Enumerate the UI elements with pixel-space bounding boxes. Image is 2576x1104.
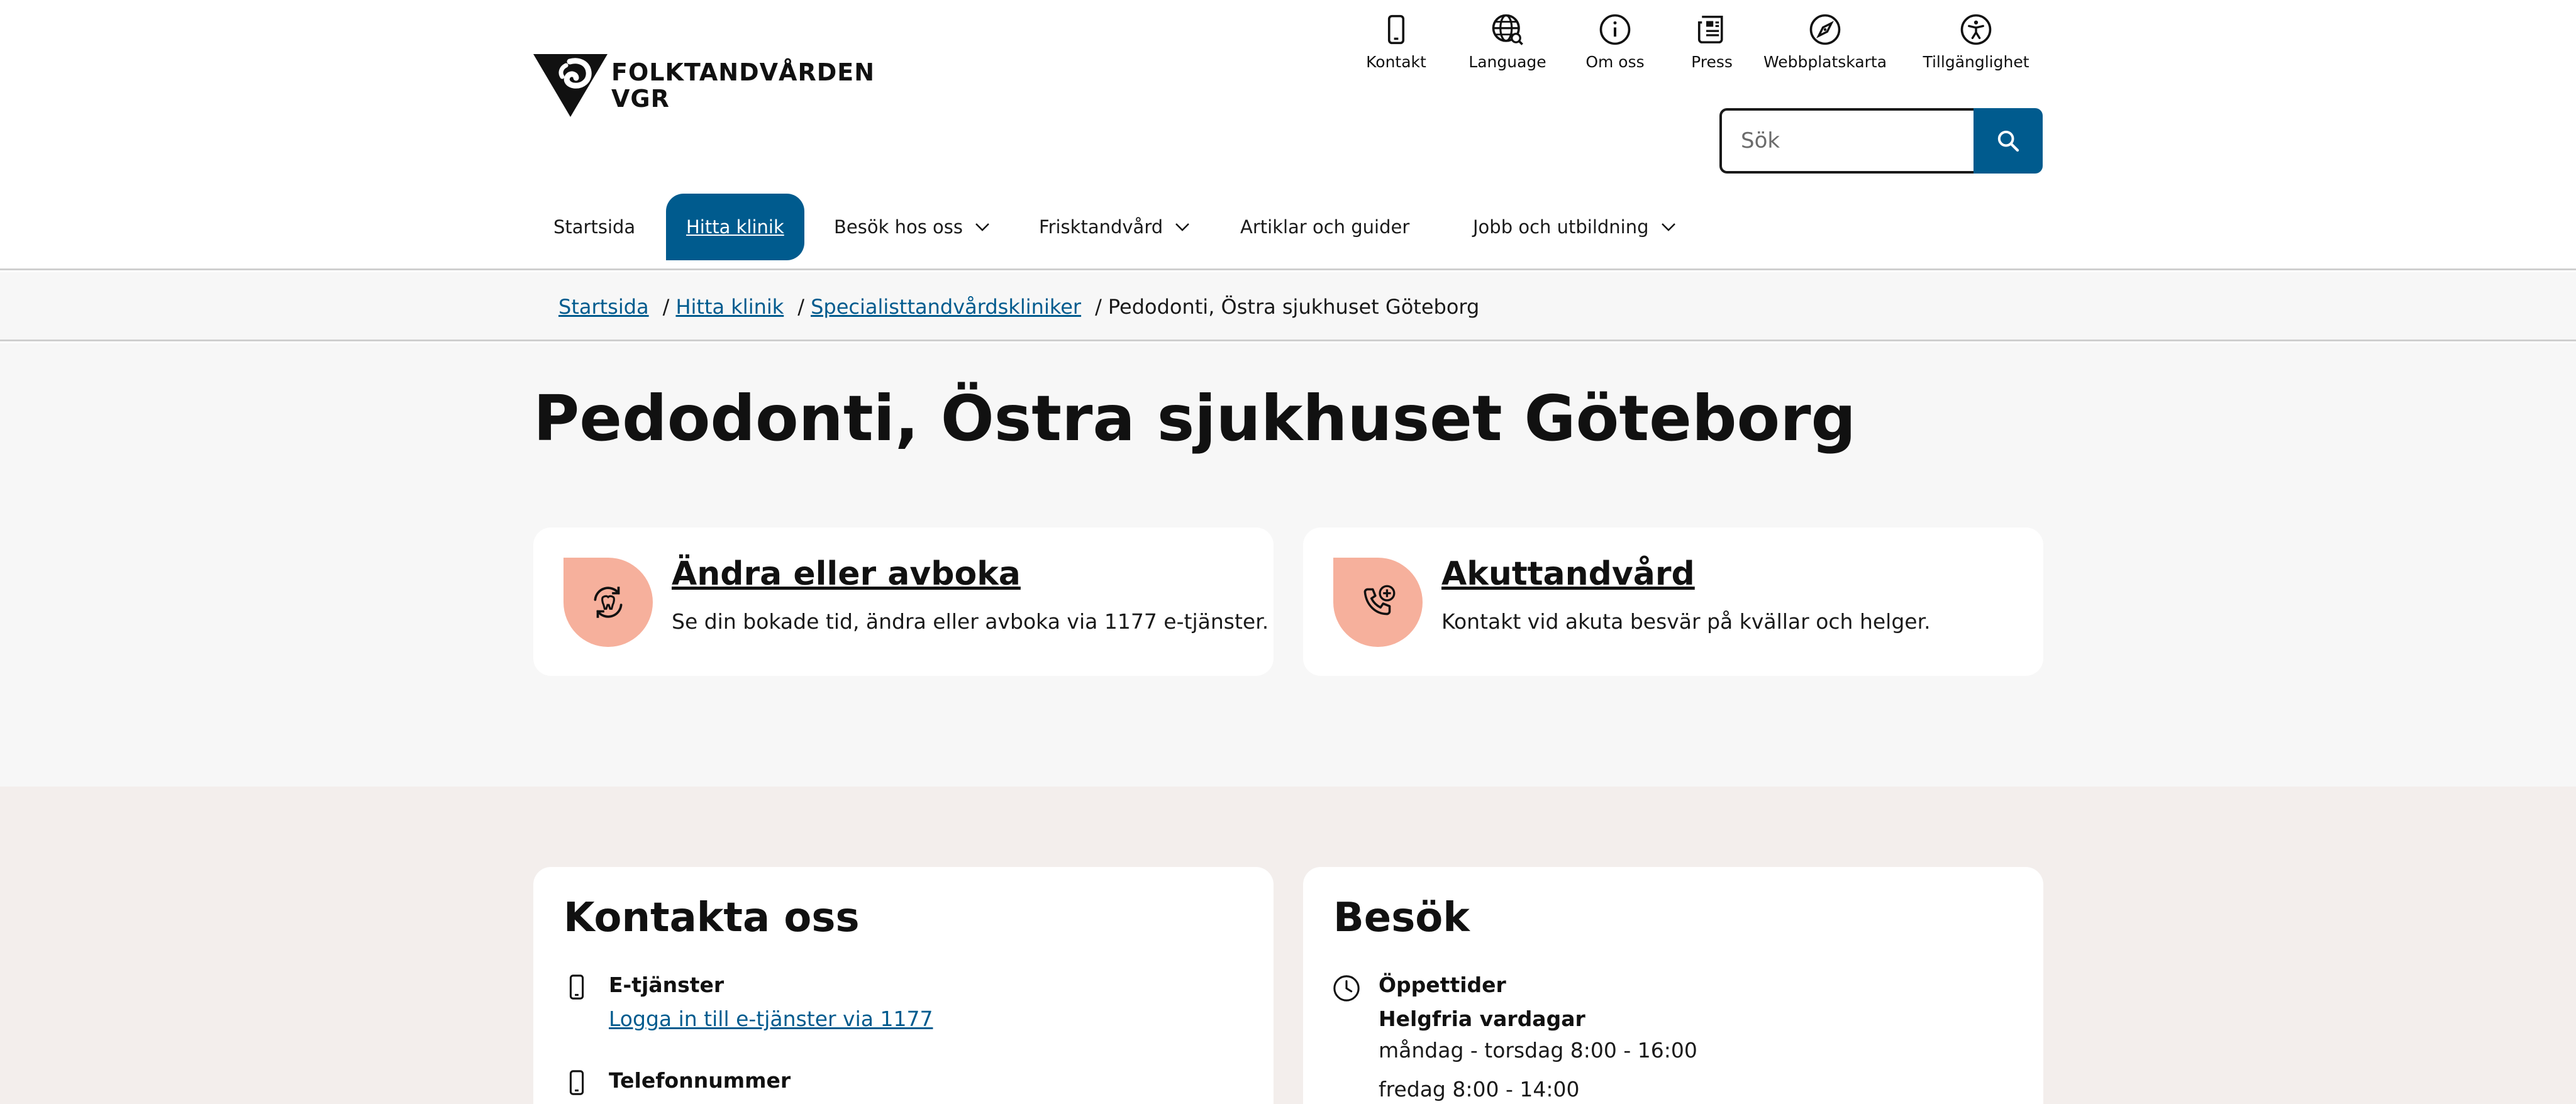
contact-title: Kontakta oss — [564, 895, 860, 941]
nav-item-label: Hitta klinik — [686, 216, 784, 238]
quick-card-title[interactable]: Ändra eller avboka — [672, 555, 1021, 593]
search-form — [1719, 108, 2043, 174]
util-nav-label: Kontakt — [1366, 53, 1426, 71]
weekdays-label: Helgfria vardagar — [1379, 1007, 1585, 1031]
search-icon — [1997, 130, 2019, 152]
nav-item-jobb-och-utbildning[interactable]: Jobb och utbildning — [1453, 194, 1698, 260]
site-logo[interactable]: FOLKTANDVÅRDEN VGR — [533, 54, 874, 117]
quick-card-andra-avboka[interactable]: Ändra eller avboka Se din bokade tid, än… — [533, 527, 1274, 676]
breadcrumb: Startsida / Hitta klinik / Specialisttan… — [558, 272, 1479, 341]
breadcrumb-link-startsida[interactable]: Startsida — [558, 295, 649, 319]
hours-mon-thu: måndag - torsdag 8:00 - 16:00 — [1379, 1038, 1697, 1063]
logo-line-1: FOLKTANDVÅRDEN — [611, 58, 875, 86]
search-button[interactable] — [1974, 108, 2043, 174]
etjanster-login-link[interactable]: Logga in till e-tjänster via 1177 — [609, 1007, 933, 1031]
quick-card-title[interactable]: Akuttandvård — [1441, 555, 1695, 593]
breadcrumb-link-specialisttandvardskliniker[interactable]: Specialisttandvårdskliniker — [811, 295, 1081, 319]
chevron-down-icon — [1175, 223, 1190, 231]
etjanster-label: E-tjänster — [609, 973, 724, 997]
quick-card-icon-wrap — [1333, 558, 1423, 647]
clock-icon — [1333, 975, 1360, 1002]
phone-icon — [569, 974, 584, 1000]
util-nav-label: Tillgänglighet — [1923, 53, 2029, 71]
quick-card-icon-wrap — [564, 558, 653, 647]
hours-fri: fredag 8:00 - 14:00 — [1379, 1077, 1580, 1101]
accessibility-icon — [1960, 14, 1992, 45]
compass-icon — [1809, 14, 1841, 45]
hero-section: Pedodonti, Östra sjukhuset Göteborg Ändr… — [0, 343, 2576, 787]
folktandvarden-logo-icon — [533, 54, 608, 117]
phone-icon — [1387, 14, 1405, 45]
quick-card-desc: Se din bokade tid, ändra eller avboka vi… — [672, 609, 1269, 634]
rebook-tooth-icon — [594, 587, 623, 618]
quick-card-akuttandvard[interactable]: Akuttandvård Kontakt vid akuta besvär på… — [1303, 527, 2043, 676]
breadcrumb-bar: Startsida / Hitta klinik / Specialisttan… — [0, 272, 2576, 341]
quick-card-desc: Kontakt vid akuta besvär på kvällar och … — [1441, 609, 1931, 634]
util-nav-label: Om oss — [1585, 53, 1645, 71]
info-icon — [1599, 14, 1631, 45]
chevron-down-icon — [975, 223, 989, 231]
nav-item-label: Artiklar och guider — [1240, 216, 1410, 238]
site-header: FOLKTANDVÅRDEN VGR Kontakt Language Om o… — [0, 0, 2576, 270]
nav-item-frisktandvard[interactable]: Frisktandvård — [1019, 194, 1212, 260]
visit-title: Besök — [1333, 895, 1470, 941]
nav-item-startsida[interactable]: Startsida — [533, 194, 655, 260]
chevron-down-icon — [1661, 223, 1675, 231]
util-nav-label: Webbplatskarta — [1763, 53, 1887, 71]
util-nav-label: Language — [1468, 53, 1546, 71]
opening-hours-label: Öppettider — [1379, 973, 1506, 997]
util-nav-label: Press — [1691, 53, 1733, 71]
logo-text: FOLKTANDVÅRDEN VGR — [611, 59, 875, 112]
breadcrumb-separator: / — [797, 295, 805, 319]
visit-card: Besök Öppettider Helgfria vardagar månda… — [1303, 867, 2043, 1104]
nav-item-label: Startsida — [553, 216, 636, 238]
breadcrumb-current: Pedodonti, Östra sjukhuset Göteborg — [1108, 295, 1480, 319]
nav-item-label: Jobb och utbildning — [1473, 216, 1649, 238]
nav-item-label: Besök hos oss — [834, 216, 963, 238]
search-input[interactable] — [1719, 108, 1974, 174]
phone-number-label: Telefonnummer — [609, 1068, 791, 1093]
breadcrumb-separator: / — [1095, 295, 1102, 319]
contact-card: Kontakta oss E-tjänster Logga in till e-… — [533, 867, 1274, 1104]
globe-icon — [1492, 14, 1523, 45]
newspaper-icon — [1697, 15, 1723, 44]
breadcrumb-separator: / — [662, 295, 670, 319]
nav-item-besok-hos-oss[interactable]: Besök hos oss — [814, 194, 1012, 260]
phone-icon — [569, 1070, 584, 1095]
page-title: Pedodonti, Östra sjukhuset Göteborg — [533, 382, 1857, 455]
nav-item-hitta-klinik[interactable]: Hitta klinik — [666, 194, 804, 260]
util-nav-tillganglighet[interactable]: Tillgänglighet — [1901, 13, 2051, 71]
emergency-phone-icon — [1363, 585, 1396, 615]
breadcrumb-link-hitta-klinik[interactable]: Hitta klinik — [675, 295, 784, 319]
nav-item-label: Frisktandvård — [1039, 216, 1163, 238]
nav-item-artiklar-och-guider[interactable]: Artiklar och guider — [1220, 194, 1430, 260]
util-nav-webbplatskarta[interactable]: Webbplatskarta — [1750, 13, 1901, 71]
info-section: Kontakta oss E-tjänster Logga in till e-… — [0, 787, 2576, 1104]
logo-line-2: VGR — [611, 85, 670, 113]
